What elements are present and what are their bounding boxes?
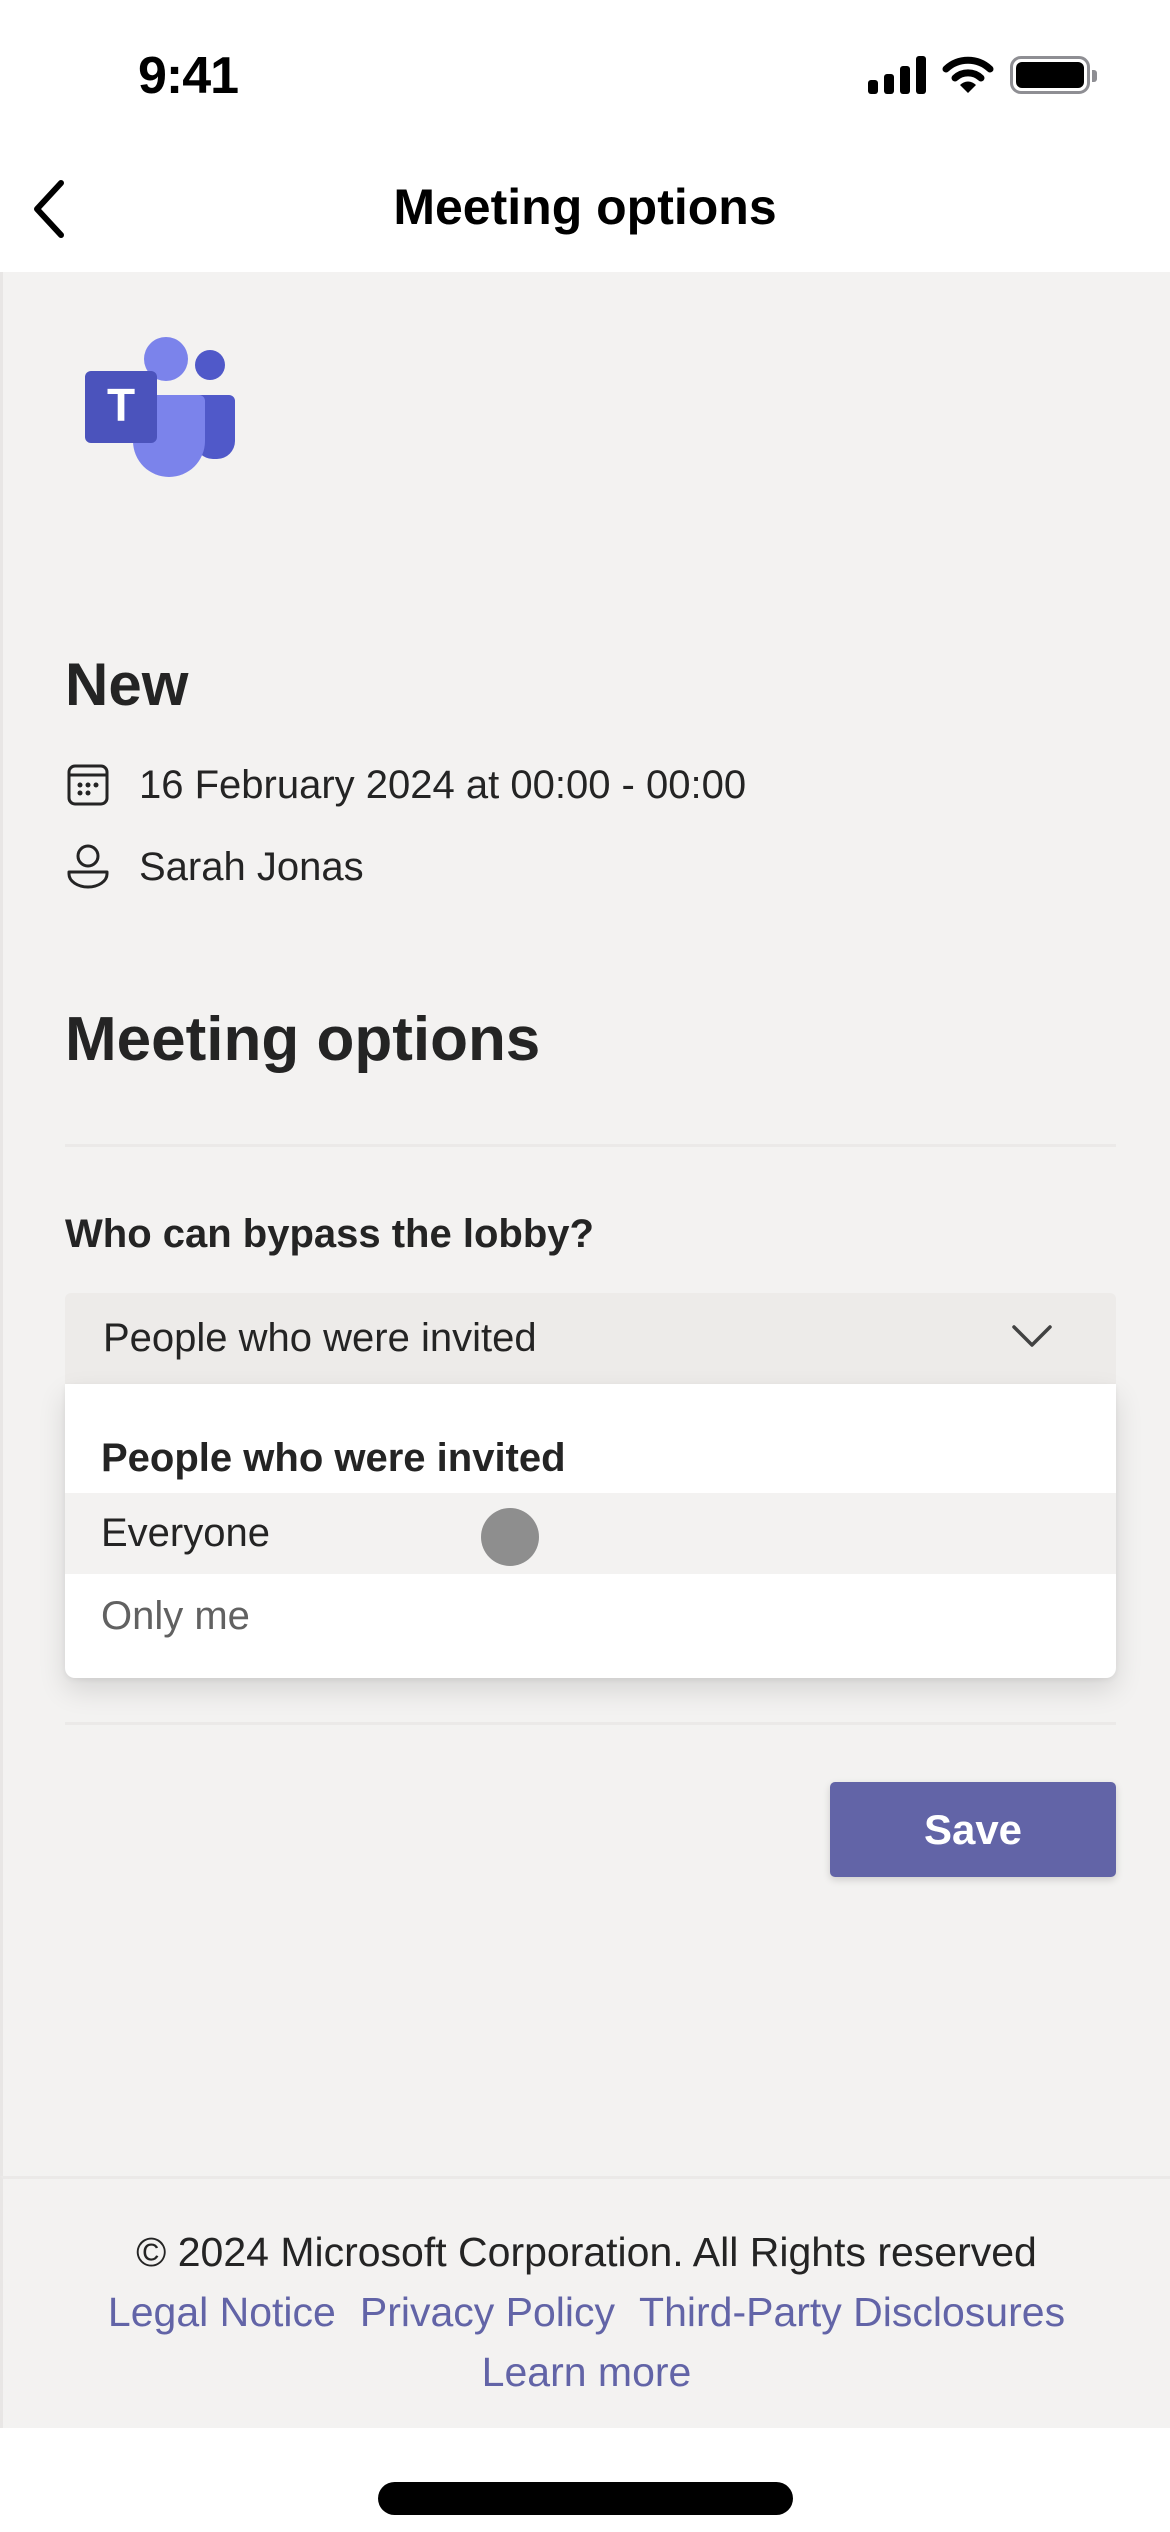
- privacy-policy-link[interactable]: Privacy Policy: [360, 2289, 615, 2336]
- third-party-disclosures-link[interactable]: Third-Party Disclosures: [639, 2289, 1065, 2336]
- option-everyone[interactable]: Everyone: [65, 1493, 1116, 1574]
- lobby-bypass-select[interactable]: People who were invited: [65, 1293, 1116, 1384]
- copyright-text: © 2024 Microsoft Corporation. All Rights…: [136, 2229, 1037, 2275]
- microsoft-teams-logo: T: [85, 337, 235, 477]
- svg-text:T: T: [107, 379, 135, 431]
- nav-bar: Meeting options: [0, 150, 1170, 272]
- nav-title: Meeting options: [393, 179, 777, 235]
- lobby-bypass-dropdown-menu: People who were invited Everyone Only me: [65, 1384, 1116, 1678]
- person-icon: [65, 844, 111, 890]
- cellular-signal-icon: [868, 56, 926, 94]
- lobby-question-label: Who can bypass the lobby?: [65, 1212, 594, 1256]
- home-indicator[interactable]: [378, 2482, 793, 2515]
- status-time: 9:41: [138, 47, 239, 105]
- footer-links: Legal Notice Privacy Policy Third-Party …: [3, 2289, 1170, 2336]
- save-button[interactable]: Save: [830, 1782, 1116, 1877]
- touch-indicator: [481, 1508, 539, 1566]
- meeting-title: New: [65, 651, 189, 718]
- divider: [65, 1144, 1116, 1147]
- learn-more-link[interactable]: Learn more: [3, 2349, 1170, 2396]
- status-bar: 9:41: [0, 0, 1170, 150]
- legal-notice-link[interactable]: Legal Notice: [108, 2289, 336, 2336]
- calendar-icon: [65, 762, 111, 808]
- section-heading: Meeting options: [65, 1005, 541, 1074]
- meeting-organizer-row: Sarah Jonas: [65, 844, 364, 890]
- meeting-date-row: 16 February 2024 at 00:00 - 00:00: [65, 762, 746, 808]
- content-area: T New 16 February 2024 at 00:00 - 00:00 …: [0, 272, 1170, 2176]
- status-icons: [868, 56, 1097, 94]
- chevron-down-icon: [1012, 1325, 1052, 1347]
- meeting-date-time: 16 February 2024 at 00:00 - 00:00: [139, 762, 747, 807]
- meeting-organizer: Sarah Jonas: [139, 844, 364, 889]
- divider: [65, 1722, 1116, 1725]
- footer: © 2024 Microsoft Corporation. All Rights…: [0, 2176, 1170, 2428]
- option-people-who-were-invited[interactable]: People who were invited: [65, 1384, 1116, 1493]
- battery-icon: [1010, 56, 1097, 94]
- lobby-bypass-select-value: People who were invited: [103, 1316, 537, 1360]
- option-only-me[interactable]: Only me: [65, 1574, 1116, 1658]
- wifi-icon: [942, 56, 994, 93]
